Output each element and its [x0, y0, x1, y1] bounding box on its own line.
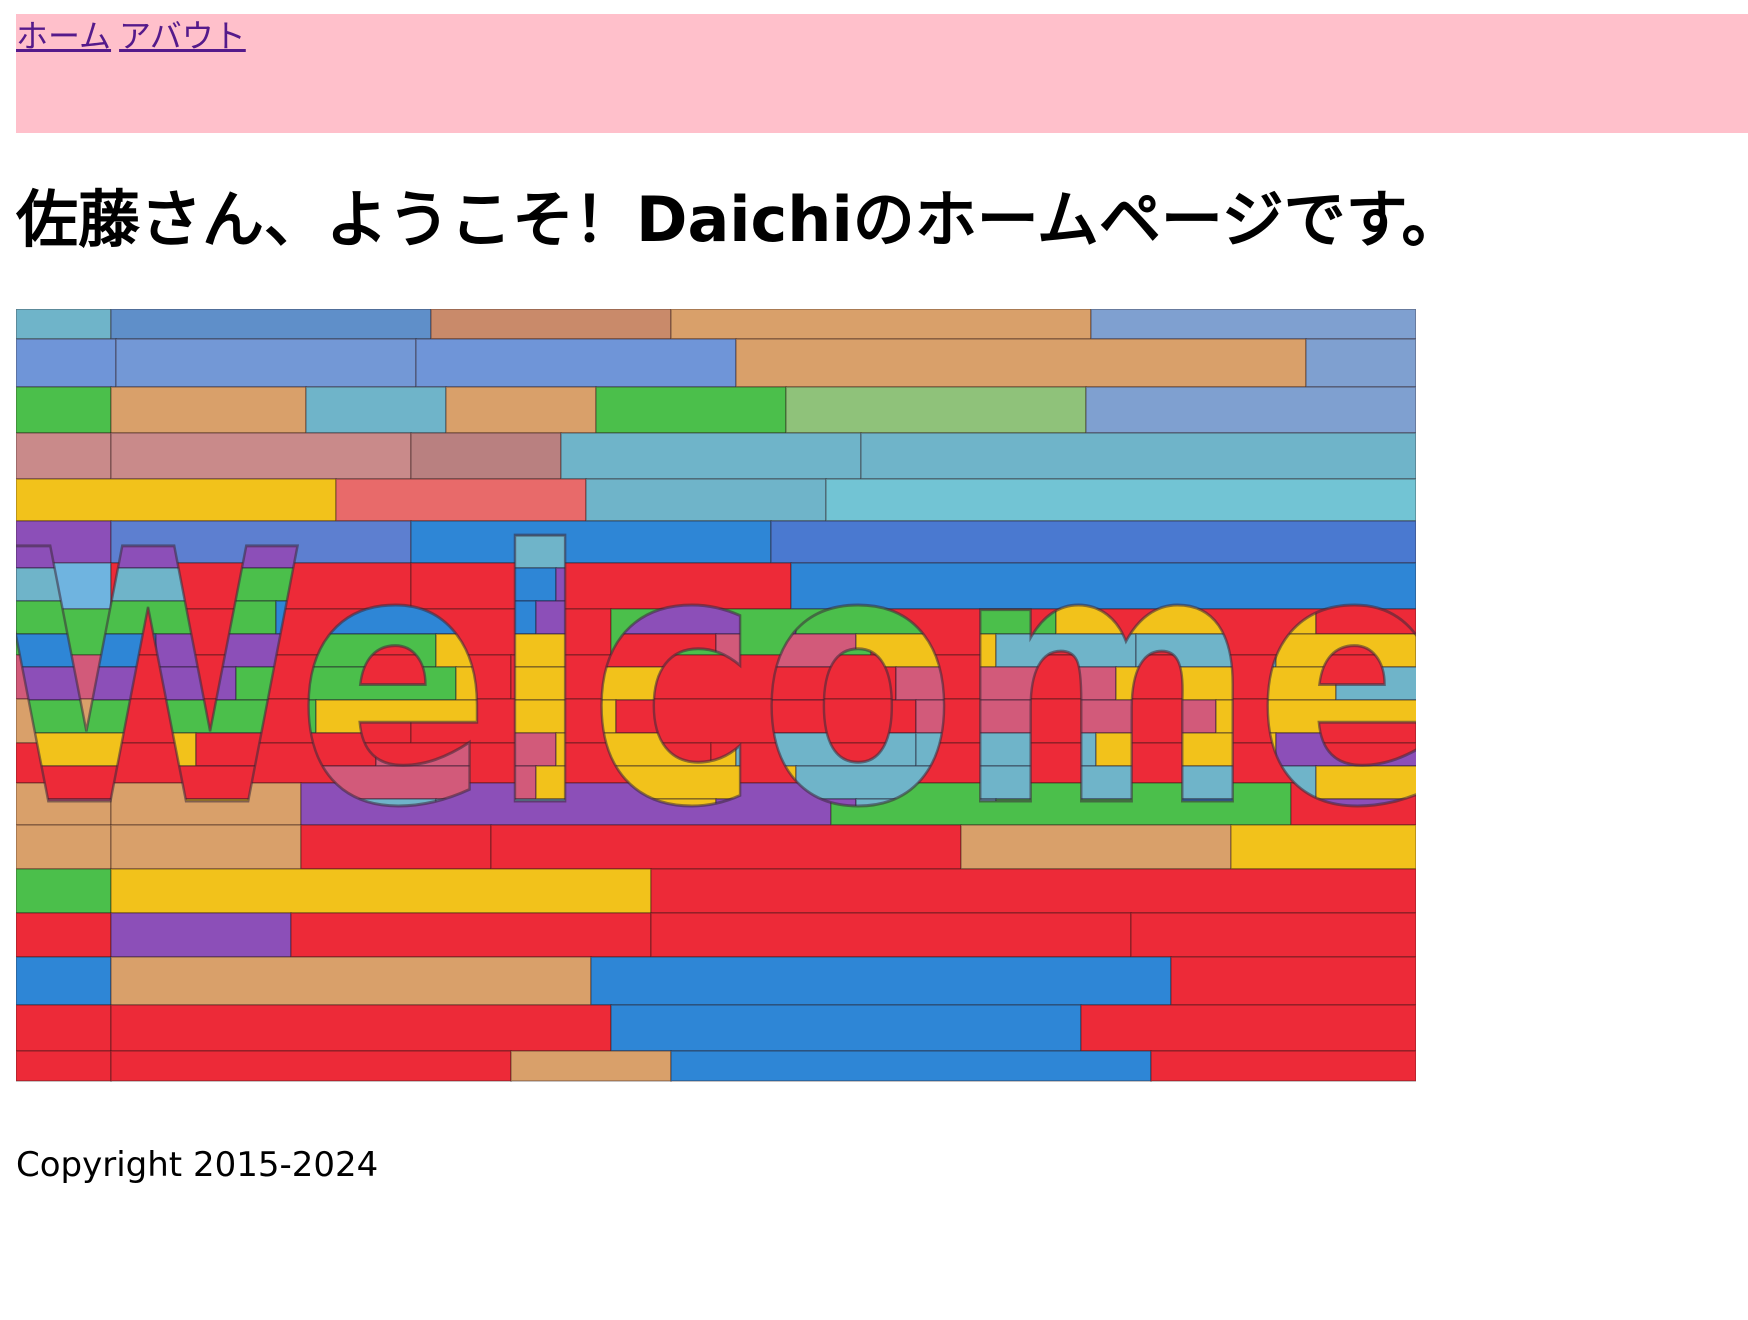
wood-plank — [560, 432, 862, 481]
wood-plank — [16, 956, 112, 1007]
top-nav: ホーム アバウト — [16, 14, 1748, 133]
wood-plank — [410, 432, 562, 481]
wood-plank — [1080, 1004, 1416, 1053]
wood-plank — [1130, 912, 1416, 959]
wood-plank — [1150, 1050, 1416, 1083]
footer-copyright: Copyright 2015-2024 — [16, 1145, 379, 1186]
nav-link-about[interactable]: アバウト — [119, 17, 246, 55]
svg-text:Welcome: Welcome — [16, 476, 1416, 884]
wood-plank — [610, 1004, 1082, 1053]
welcome-wooden-sign-image: Welcome Welcome — [16, 309, 1416, 1097]
wood-plank — [415, 338, 737, 389]
wood-plank — [670, 309, 1092, 341]
wood-plank — [590, 956, 1172, 1007]
wood-plank — [110, 912, 292, 959]
wood-plank — [16, 1004, 112, 1053]
wood-plank — [595, 386, 787, 435]
wood-plank — [785, 386, 1087, 435]
wood-plank — [860, 432, 1416, 481]
page: ホーム アバウト 佐藤さん、ようこそ！Daichiのホームページです。 Welco… — [0, 0, 1748, 1185]
wood-plank — [110, 432, 412, 481]
wood-plank — [430, 309, 672, 341]
wood-plank — [1085, 386, 1416, 435]
nav-link-home[interactable]: ホーム — [16, 17, 111, 55]
wood-plank — [510, 1050, 672, 1083]
wood-plank — [445, 386, 597, 435]
wood-plank — [1305, 338, 1416, 389]
wood-plank — [16, 309, 112, 341]
wood-plank — [16, 912, 112, 959]
wood-plank — [110, 956, 592, 1007]
wood-plank — [1090, 309, 1416, 341]
wood-plank — [16, 386, 112, 435]
wood-plank — [670, 1050, 1152, 1083]
wood-plank — [305, 386, 447, 435]
wood-plank — [1170, 956, 1416, 1007]
wood-plank — [650, 912, 1132, 959]
wood-plank — [735, 338, 1307, 389]
wood-plank — [110, 1050, 512, 1083]
wood-plank — [110, 386, 307, 435]
wood-plank — [110, 309, 432, 341]
wood-plank — [110, 1004, 612, 1053]
page-title: 佐藤さん、ようこそ！Daichiのホームページです。 — [16, 183, 1464, 256]
wood-plank — [16, 1050, 112, 1083]
wood-plank — [16, 432, 112, 481]
wood-plank — [290, 912, 652, 959]
wood-plank — [16, 338, 117, 389]
wood-plank — [115, 338, 417, 389]
